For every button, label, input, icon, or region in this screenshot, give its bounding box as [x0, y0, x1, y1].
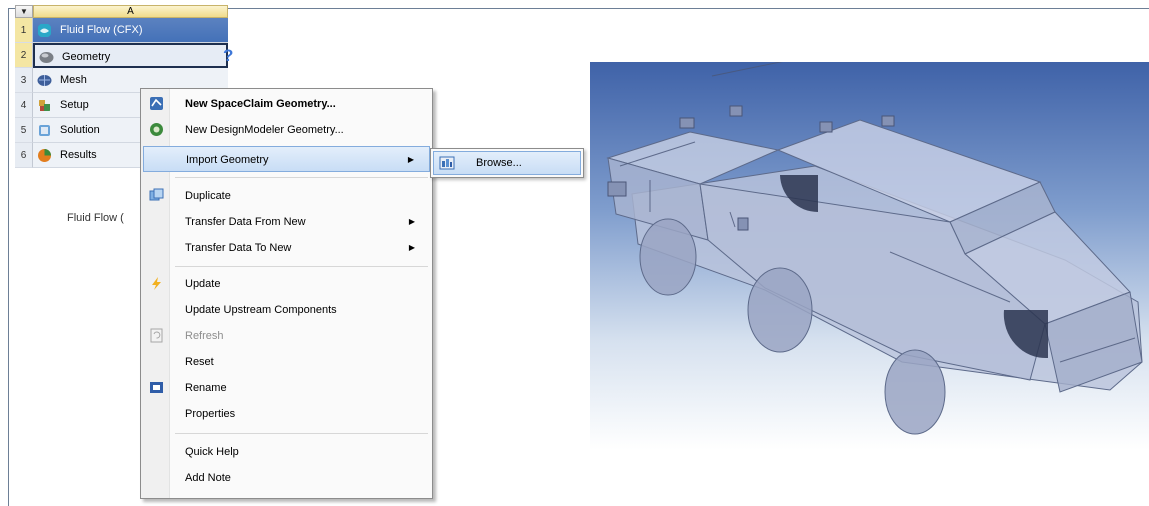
results-icon	[38, 149, 51, 162]
import-geometry-submenu: Browse...	[430, 148, 584, 178]
menu-item-import-geometry[interactable]: Import Geometry ▶	[143, 146, 430, 172]
collapse-toggle[interactable]: ▼	[15, 5, 33, 18]
menu-item-add-note[interactable]: Add Note	[143, 465, 430, 491]
system-row-fluid-flow[interactable]: 1 Fluid Flow (CFX)	[15, 18, 228, 43]
duplicate-icon	[149, 188, 164, 201]
context-menu: New SpaceClaim Geometry... New DesignMod…	[140, 88, 433, 499]
menu-item-transfer-data-to-new[interactable]: Transfer Data To New ▶	[143, 235, 430, 261]
menu-item-refresh[interactable]: Refresh	[143, 323, 430, 349]
menu-item-duplicate[interactable]: Duplicate	[143, 183, 430, 209]
geometry-viewport[interactable]	[590, 59, 1149, 450]
menu-item-new-spaceclaim-geometry[interactable]: New SpaceClaim Geometry...	[143, 91, 430, 117]
system-cell[interactable]: Fluid Flow (CFX)	[33, 18, 228, 43]
refresh-icon	[150, 328, 163, 343]
status-question-icon: ?	[223, 46, 234, 65]
vehicle-model-render	[606, 59, 1143, 435]
row-number: 2	[15, 43, 33, 68]
row-label: Results	[60, 149, 97, 161]
row-label: Setup	[60, 99, 89, 111]
update-lightning-icon	[152, 277, 161, 290]
fluid-flow-icon	[38, 24, 51, 37]
system-header: ▼ A	[15, 5, 228, 18]
menu-item-reset[interactable]: Reset	[143, 349, 430, 375]
solution-icon	[39, 125, 50, 136]
system-row-geometry[interactable]: 2 Geometry ?	[15, 43, 233, 68]
menu-separator	[175, 266, 428, 267]
column-header-a: A	[33, 5, 228, 18]
row-number: 5	[15, 118, 33, 143]
menu-separator	[175, 433, 428, 434]
menu-item-update-upstream-components[interactable]: Update Upstream Components	[143, 297, 430, 323]
menu-separator	[175, 177, 428, 178]
row-label: Geometry	[62, 51, 111, 63]
row-number: 6	[15, 143, 33, 168]
menu-item-quick-help[interactable]: Quick Help	[143, 439, 430, 465]
menu-item-new-designmodeler-geometry[interactable]: New DesignModeler Geometry...	[143, 117, 430, 143]
designmodeler-icon	[150, 123, 163, 136]
menu-item-rename[interactable]: Rename	[143, 375, 430, 401]
spaceclaim-icon	[150, 97, 163, 110]
row-label: Solution	[60, 124, 100, 136]
menu-item-transfer-data-from-new[interactable]: Transfer Data From New ▶	[143, 209, 430, 235]
row-number: 3	[15, 68, 33, 93]
system-name-label[interactable]: Fluid Flow (	[67, 212, 124, 224]
setup-icon	[39, 100, 50, 111]
submenu-arrow-icon: ▶	[408, 243, 415, 252]
row-number: 4	[15, 93, 33, 118]
geometry-icon	[39, 52, 54, 63]
row-label: Mesh	[60, 74, 87, 86]
menu-item-properties[interactable]: Properties	[143, 401, 430, 427]
menu-item-update[interactable]: Update	[143, 271, 430, 297]
submenu-arrow-icon: ▶	[408, 217, 415, 226]
row-number: 1	[15, 18, 33, 43]
system-cell[interactable]: Geometry ?	[33, 43, 233, 68]
menu-item-browse[interactable]: Browse...	[433, 151, 581, 175]
submenu-arrow-icon: ▶	[407, 155, 414, 164]
row-label: Fluid Flow (CFX)	[60, 24, 143, 36]
mesh-icon	[37, 75, 52, 86]
rename-icon	[150, 382, 163, 393]
browse-icon	[439, 156, 455, 170]
